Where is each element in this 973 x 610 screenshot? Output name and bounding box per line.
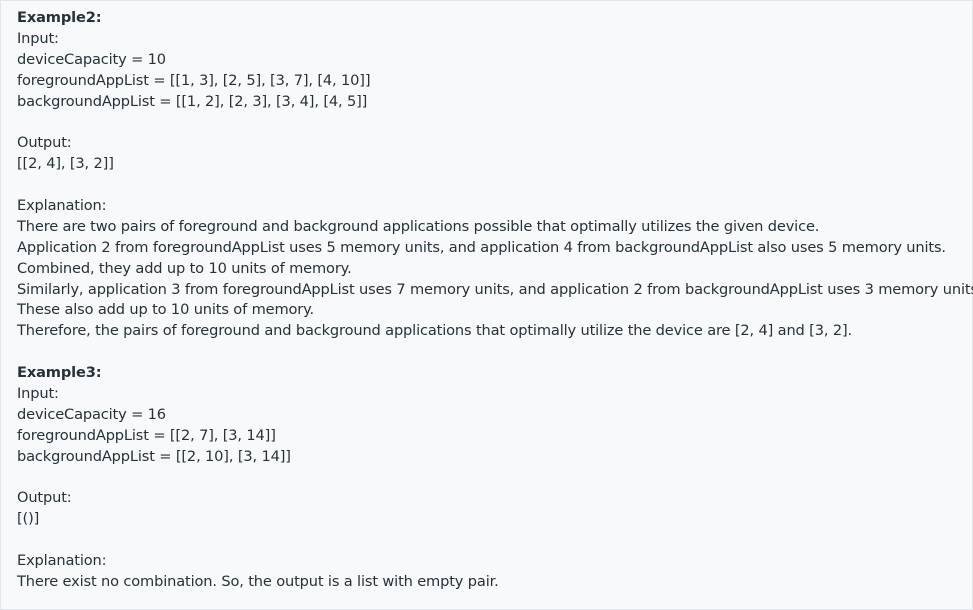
example2-output-label: Output:	[17, 134, 72, 152]
example3-output-value: [()]	[17, 510, 40, 528]
example3-input-background-list: backgroundAppList = [[2, 10], [3, 14]]	[17, 447, 291, 465]
example2-input-device-capacity: deviceCapacity = 10	[17, 50, 166, 68]
example2-explanation-line: Therefore, the pairs of foreground and b…	[17, 322, 852, 340]
example3-explanation-line: There exist no combination. So, the outp…	[17, 573, 499, 591]
example2-explanation-line: There are two pairs of foreground and ba…	[17, 217, 820, 235]
example2-explanation-label: Explanation:	[17, 197, 107, 215]
example3-output-label: Output:	[17, 489, 72, 507]
example2-explanation-line: Similarly, application 3 from foreground…	[17, 280, 973, 298]
example2-explanation-line: These also add up to 10 units of memory.	[17, 301, 315, 319]
example2-input-foreground-list: foregroundAppList = [[1, 3], [2, 5], [3,…	[17, 71, 371, 89]
example2-explanation-line: Combined, they add up to 10 units of mem…	[17, 259, 352, 277]
example2-output-value: [[2, 4], [3, 2]]	[17, 155, 114, 173]
problem-examples-panel: Example2: Input: deviceCapacity = 10 for…	[0, 0, 973, 610]
example3-heading: Example3:	[17, 364, 102, 382]
example2-input-label: Input:	[17, 29, 59, 47]
example2-explanation-line: Application 2 from foregroundAppList use…	[17, 238, 946, 256]
example2-input-background-list: backgroundAppList = [[1, 2], [2, 3], [3,…	[17, 92, 368, 110]
example2-heading: Example2:	[17, 9, 102, 26]
example3-input-label: Input:	[17, 385, 59, 403]
example3-input-device-capacity: deviceCapacity = 16	[17, 405, 166, 423]
example3-input-foreground-list: foregroundAppList = [[2, 7], [3, 14]]	[17, 426, 276, 444]
example3-explanation-label: Explanation:	[17, 552, 107, 570]
